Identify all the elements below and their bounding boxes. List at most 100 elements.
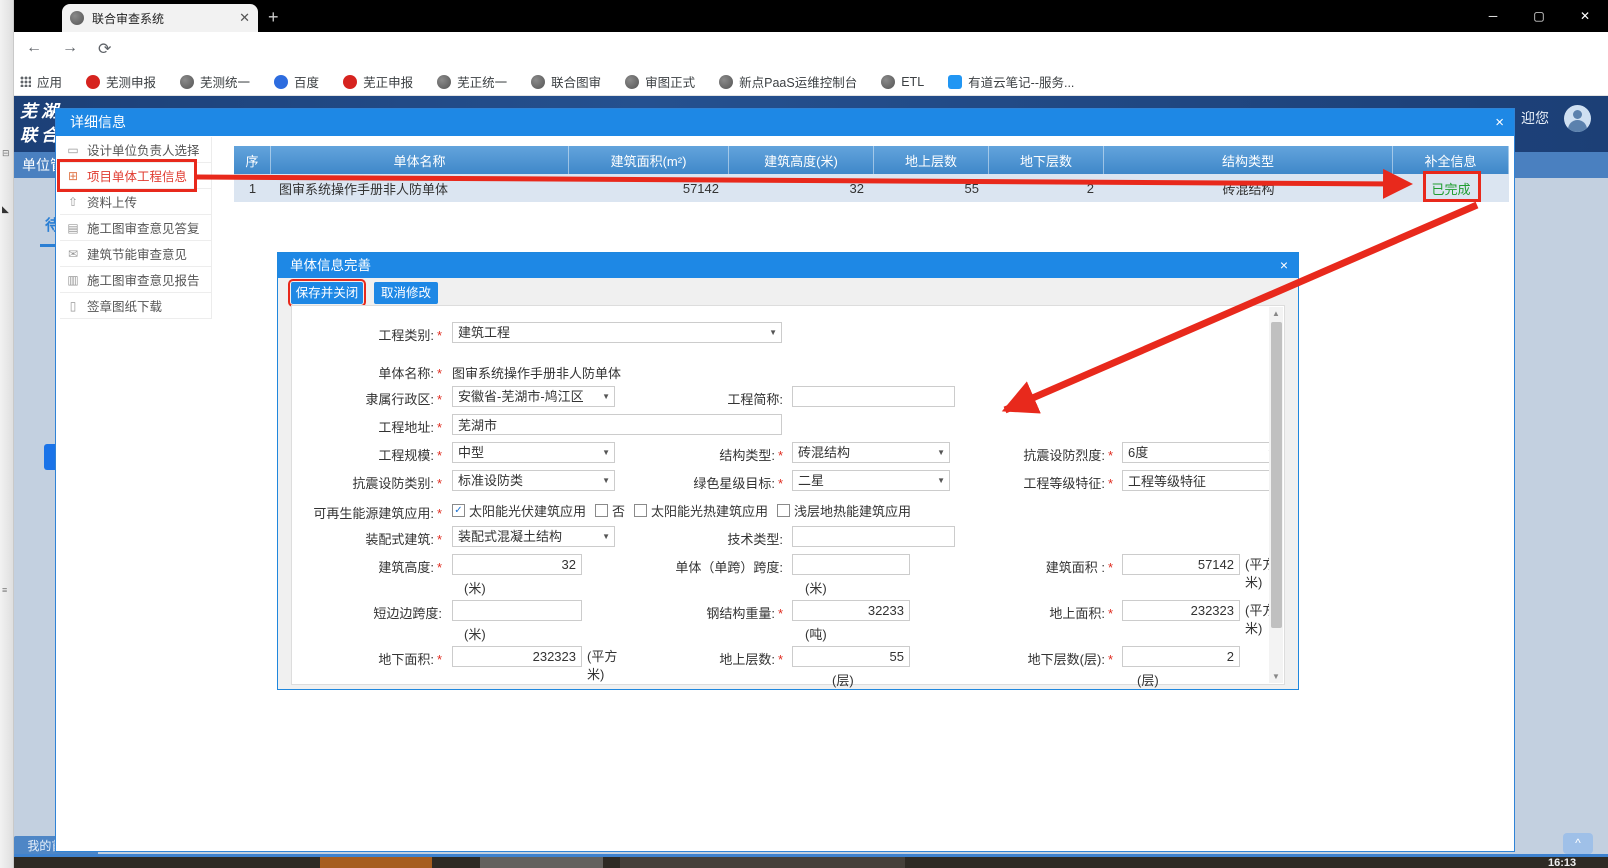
unit-table-header: 序 单体名称 建筑面积(m²) 建筑高度(米) 地上层数 地下层数 结构类型 补… xyxy=(234,146,1509,174)
span-input[interactable] xyxy=(792,554,910,575)
address-input[interactable] xyxy=(452,414,782,435)
forward-icon[interactable]: → xyxy=(62,39,78,57)
height-input[interactable] xyxy=(452,554,582,575)
tech-type-input[interactable] xyxy=(792,526,955,547)
window-minimize-button[interactable]: ─ xyxy=(1470,0,1516,32)
project-type-select[interactable]: 建筑工程▼ xyxy=(452,322,782,343)
chevron-down-icon: ▼ xyxy=(602,387,610,406)
dock-list-icon[interactable]: ≡ xyxy=(2,585,7,595)
reply-icon: ▤ xyxy=(66,221,80,235)
chevron-down-icon: ▼ xyxy=(937,443,945,462)
col-seq: 序 xyxy=(234,146,271,174)
taskbar-segment xyxy=(320,857,432,868)
annotation-box-status xyxy=(1423,171,1481,202)
scroll-down-icon[interactable]: ▼ xyxy=(1269,670,1283,683)
cell-height: 32 xyxy=(729,181,874,196)
seismic-category-select[interactable]: 标准设防类▼ xyxy=(452,470,615,491)
checkbox-icon xyxy=(777,504,790,517)
chevron-down-icon: ▼ xyxy=(602,471,610,490)
span-unit: (米) xyxy=(805,578,827,597)
table-row[interactable]: 1 图审系统操作手册非人防单体 57142 32 55 2 砖混结构 已完成 xyxy=(234,174,1509,202)
chevron-down-icon: ▼ xyxy=(602,443,610,462)
modal-close-icon[interactable]: × xyxy=(1280,253,1288,278)
folder-icon: ▭ xyxy=(66,143,80,157)
label-grade-feature: 工程等级特征:* xyxy=(958,473,1113,492)
short-name-input[interactable] xyxy=(792,386,955,407)
tab-favicon-globe-icon xyxy=(70,11,84,25)
scroll-up-icon[interactable]: ▲ xyxy=(1269,307,1283,320)
bookmark-favicon xyxy=(948,75,962,89)
below-area-input[interactable] xyxy=(452,646,582,667)
apps-shortcut[interactable]: 应用 xyxy=(20,72,62,91)
below-floors-unit: (层) xyxy=(1137,670,1159,689)
user-avatar[interactable] xyxy=(1564,105,1591,132)
bookmark-item[interactable]: 百度 xyxy=(274,72,319,91)
bookmark-item[interactable]: 有道云笔记--服务... xyxy=(948,72,1074,91)
seismic-intensity-select[interactable]: 6度▼ xyxy=(1122,442,1280,463)
checkbox-geothermal[interactable]: 浅层地热能建筑应用 xyxy=(777,501,911,520)
menu-item-material-upload[interactable]: ⇧资料上传 xyxy=(60,189,211,215)
bookmark-item[interactable]: 芜正申报 xyxy=(343,72,413,91)
label-area: 建筑面积 :* xyxy=(958,557,1113,576)
scrollbar-thumb[interactable] xyxy=(1271,322,1282,628)
browser-tab[interactable]: 联合审查系统 ✕ xyxy=(62,4,258,32)
bookmark-item[interactable]: 芜测统一 xyxy=(180,72,250,91)
bookmark-item[interactable]: ETL xyxy=(881,75,924,89)
bookmark-item[interactable]: 新点PaaS运维控制台 xyxy=(719,72,857,91)
modal-title: 单体信息完善 xyxy=(278,253,1298,278)
checkbox-icon xyxy=(595,504,608,517)
checkbox-solar-pv[interactable]: ✓太阳能光伏建筑应用 xyxy=(452,501,586,520)
menu-item-drawing-download[interactable]: ▯签章图纸下载 xyxy=(60,293,211,319)
region-select[interactable]: 安徽省-芜湖市-鸠江区▼ xyxy=(452,386,615,407)
menu-item-review-reply[interactable]: ▤施工图审查意见答复 xyxy=(60,215,211,241)
collapse-button[interactable]: ^ xyxy=(1563,833,1593,854)
window-close-button[interactable]: ✕ xyxy=(1562,0,1608,32)
back-icon[interactable]: ← xyxy=(26,39,42,57)
short-span-input[interactable] xyxy=(452,600,582,621)
checkbox-solar-thermal[interactable]: 太阳能光热建筑应用 xyxy=(634,501,768,520)
annotation-box-menu xyxy=(57,159,197,192)
bookmark-item[interactable]: 联合图审 xyxy=(531,72,601,91)
browser-navbar: ← → ⟳ xyxy=(0,32,1608,68)
below-area-unit: (平方米) xyxy=(587,648,631,684)
label-address: 工程地址:* xyxy=(292,417,442,436)
steel-weight-input[interactable] xyxy=(792,600,910,621)
cancel-edit-button[interactable]: 取消修改 xyxy=(374,282,438,304)
above-floors-input[interactable] xyxy=(792,646,910,667)
save-and-close-button[interactable]: 保存并关闭 xyxy=(291,282,363,304)
grade-feature-input[interactable] xyxy=(1122,470,1280,491)
below-floors-input[interactable] xyxy=(1122,646,1240,667)
bookmark-item[interactable]: 审图正式 xyxy=(625,72,695,91)
bookmark-favicon xyxy=(180,75,194,89)
above-area-input[interactable] xyxy=(1122,600,1240,621)
bookmark-item[interactable]: 芜测申报 xyxy=(86,72,156,91)
menu-item-energy-opinion[interactable]: ✉建筑节能审查意见 xyxy=(60,241,211,267)
cell-unit-name: 图审系统操作手册非人防单体 xyxy=(271,179,569,198)
download-icon: ▯ xyxy=(66,299,80,313)
new-tab-button[interactable]: + xyxy=(268,6,279,28)
reload-icon[interactable]: ⟳ xyxy=(98,39,111,59)
menu-item-review-report[interactable]: ▥施工图审查意见报告 xyxy=(60,267,211,293)
label-project-type: 工程类别:* xyxy=(292,325,442,344)
window-maximize-button[interactable]: ▢ xyxy=(1516,0,1562,32)
structure-select[interactable]: 砖混结构▼ xyxy=(792,442,950,463)
col-structure: 结构类型 xyxy=(1104,146,1393,174)
prefab-select[interactable]: 装配式混凝土结构▼ xyxy=(452,526,615,547)
dock-pointer-icon[interactable]: ◣ xyxy=(2,204,9,215)
form-scrollbar[interactable]: ▲ ▼ xyxy=(1269,307,1283,683)
area-input[interactable] xyxy=(1122,554,1240,575)
above-floors-unit: (层) xyxy=(832,670,854,689)
bookmark-favicon xyxy=(531,75,545,89)
dock-window-icon[interactable]: ⊟ xyxy=(2,148,10,159)
scale-select[interactable]: 中型▼ xyxy=(452,442,615,463)
tab-close-icon[interactable]: ✕ xyxy=(239,10,250,26)
bookmark-favicon xyxy=(343,75,357,89)
col-floors-below: 地下层数 xyxy=(989,146,1104,174)
detail-panel-close-icon[interactable]: × xyxy=(1495,109,1504,136)
bookmark-item[interactable]: 芜正统一 xyxy=(437,72,507,91)
unit-form: 工程类别:* 建筑工程▼ 单体名称:* 图审系统操作手册非人防单体 隶属行政区:… xyxy=(291,305,1285,685)
green-star-select[interactable]: 二星▼ xyxy=(792,470,950,491)
label-above-floors: 地上层数:* xyxy=(628,649,783,668)
label-unit-name: 单体名称:* xyxy=(292,363,442,382)
checkbox-none[interactable]: 否 xyxy=(595,501,625,520)
